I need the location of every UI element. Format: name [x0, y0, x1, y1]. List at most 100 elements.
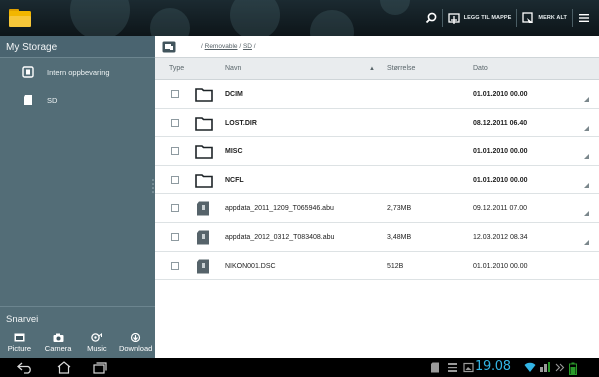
- add-folder-label: LEGG TIL MAPPE: [463, 15, 512, 21]
- sidebar-item-label: SD: [47, 95, 58, 105]
- sd-card-status-icon: [431, 362, 439, 373]
- breadcrumb-separator: /: [253, 43, 256, 50]
- file-date: 01.01.2010 00.00: [473, 148, 528, 156]
- breadcrumb-removable[interactable]: Removable: [205, 43, 238, 50]
- row-menu-corner-icon[interactable]: [584, 211, 589, 217]
- back-icon[interactable]: [17, 361, 33, 374]
- action-bar: LEGG TIL MAPPE MERK ALT: [0, 0, 599, 36]
- folder-icon: [195, 88, 213, 102]
- select-all-icon: [522, 12, 534, 23]
- breadcrumb-separator: /: [239, 43, 242, 50]
- file-manager-window: LEGG TIL MAPPE MERK ALT My Storage Inter…: [0, 0, 599, 377]
- battery-icon: [569, 362, 577, 375]
- row-menu-corner-icon[interactable]: [584, 182, 589, 188]
- row-menu-corner-icon[interactable]: [584, 125, 589, 131]
- clock: 19.08: [475, 359, 511, 374]
- file-name: appdata_2011_1209_T065946.abu: [225, 205, 334, 213]
- shortcut-label: Camera: [44, 344, 72, 353]
- sidebar-title: My Storage: [0, 36, 155, 58]
- add-folder-icon: [447, 13, 460, 24]
- music-icon: [91, 333, 103, 342]
- file-size: 3,48MB: [387, 233, 412, 241]
- row-menu-corner-icon[interactable]: [584, 97, 589, 102]
- select-all-label: MERK ALT: [538, 15, 567, 21]
- file-list-panel: / Removable / SD / Type Navn ▲ Størrelse…: [155, 36, 599, 358]
- file-size: 512B: [387, 262, 404, 270]
- row-checkbox[interactable]: [171, 204, 179, 213]
- row-checkbox[interactable]: [171, 232, 179, 241]
- column-name[interactable]: Navn: [225, 65, 241, 72]
- file-list: DCIM 01.01.2010 00.00 LOST.DIR 08.12.201…: [155, 80, 599, 281]
- sidebar: My Storage Intern oppbevaring SD Snarvei…: [0, 36, 155, 358]
- file-date: 01.01.2010 00.00: [473, 262, 528, 270]
- search-button[interactable]: [420, 8, 442, 28]
- column-header: Type Navn ▲ Størrelse Dato: [155, 58, 599, 80]
- shortcut-label: Picture: [7, 344, 32, 353]
- file-manager-app-icon[interactable]: [8, 6, 32, 28]
- overflow-menu-icon: [579, 14, 589, 22]
- row-checkbox[interactable]: [171, 175, 179, 184]
- folder-icon: [195, 173, 213, 188]
- document-file-icon: [197, 259, 209, 274]
- row-checkbox[interactable]: [171, 261, 179, 270]
- row-checkbox[interactable]: [171, 118, 179, 127]
- folder-icon: [195, 145, 213, 159]
- breadcrumb-sd[interactable]: SD: [243, 43, 252, 50]
- column-date[interactable]: Dato: [473, 65, 488, 72]
- sd-card-icon: [24, 95, 32, 105]
- document-file-icon: [197, 201, 209, 216]
- file-size: 2,73MB: [387, 205, 412, 213]
- file-row-dcim[interactable]: DCIM 01.01.2010 00.00: [155, 80, 599, 109]
- file-row-ncfl[interactable]: NCFL 01.01.2010 00.00: [155, 166, 599, 195]
- folder-icon: [195, 116, 213, 131]
- file-name: NCFL: [225, 176, 244, 184]
- sidebar-item-label: Intern oppbevaring: [47, 67, 110, 77]
- shortcuts-title: Snarvei: [0, 306, 155, 328]
- camera-icon: [53, 333, 64, 342]
- file-date: 08.12.2011 06.40: [473, 119, 528, 127]
- shortcut-camera[interactable]: Camera: [39, 328, 78, 358]
- storage-switch-icon[interactable]: [162, 41, 176, 53]
- file-name: LOST.DIR: [225, 119, 257, 127]
- file-row-lost-dir[interactable]: LOST.DIR 08.12.2011 06.40: [155, 109, 599, 138]
- file-date: 09.12.2011 07.00: [473, 205, 527, 213]
- file-date: 01.01.2010 00.00: [473, 91, 528, 98]
- shortcut-label: Download: [118, 344, 153, 353]
- shortcut-download[interactable]: Download: [116, 328, 155, 358]
- file-name: appdata_2012_0312_T083408.abu: [225, 233, 335, 241]
- shortcut-music[interactable]: Music: [78, 328, 117, 358]
- add-folder-button[interactable]: LEGG TIL MAPPE: [443, 8, 517, 28]
- breadcrumb-root: /: [201, 43, 203, 50]
- recent-apps-icon[interactable]: [92, 361, 108, 374]
- row-checkbox[interactable]: [171, 147, 179, 156]
- shortcuts-bar: Picture Camera Music Download: [0, 328, 155, 358]
- column-type[interactable]: Type: [169, 65, 184, 72]
- signal-status-icon: [540, 362, 550, 372]
- home-icon[interactable]: [56, 361, 72, 374]
- row-menu-corner-icon[interactable]: [584, 239, 589, 245]
- file-row-nikon001[interactable]: NIKON001.DSC 512B 01.01.2010 00.00: [155, 252, 599, 281]
- sidebar-item-internal-storage[interactable]: Intern oppbevaring: [0, 58, 155, 86]
- file-row-appdata-2011[interactable]: appdata_2011_1209_T065946.abu 2,73MB 09.…: [155, 194, 599, 223]
- sidebar-item-sd[interactable]: SD: [0, 86, 155, 114]
- keyboard-status-icon: [448, 363, 457, 372]
- file-name: MISC: [225, 148, 243, 156]
- select-all-button[interactable]: MERK ALT: [517, 8, 572, 28]
- wifi-icon: [524, 362, 536, 372]
- file-name: DCIM: [225, 91, 243, 98]
- column-size[interactable]: Størrelse: [387, 65, 415, 72]
- overflow-menu-button[interactable]: [573, 8, 595, 28]
- file-date: 12.03.2012 08.34: [473, 233, 528, 241]
- file-row-misc[interactable]: MISC 01.01.2010 00.00: [155, 137, 599, 166]
- document-file-icon: [197, 230, 209, 245]
- image-status-icon: [463, 362, 474, 373]
- row-checkbox[interactable]: [171, 90, 179, 98]
- file-name: NIKON001.DSC: [225, 262, 276, 270]
- file-row-appdata-2012[interactable]: appdata_2012_0312_T083408.abu 3,48MB 12.…: [155, 223, 599, 252]
- sort-ascending-icon: ▲: [369, 66, 375, 72]
- breadcrumb: / Removable / SD /: [201, 43, 256, 50]
- picture-icon: [14, 333, 25, 342]
- row-menu-corner-icon[interactable]: [584, 154, 589, 160]
- shortcut-picture[interactable]: Picture: [0, 328, 39, 358]
- download-icon: [131, 333, 141, 342]
